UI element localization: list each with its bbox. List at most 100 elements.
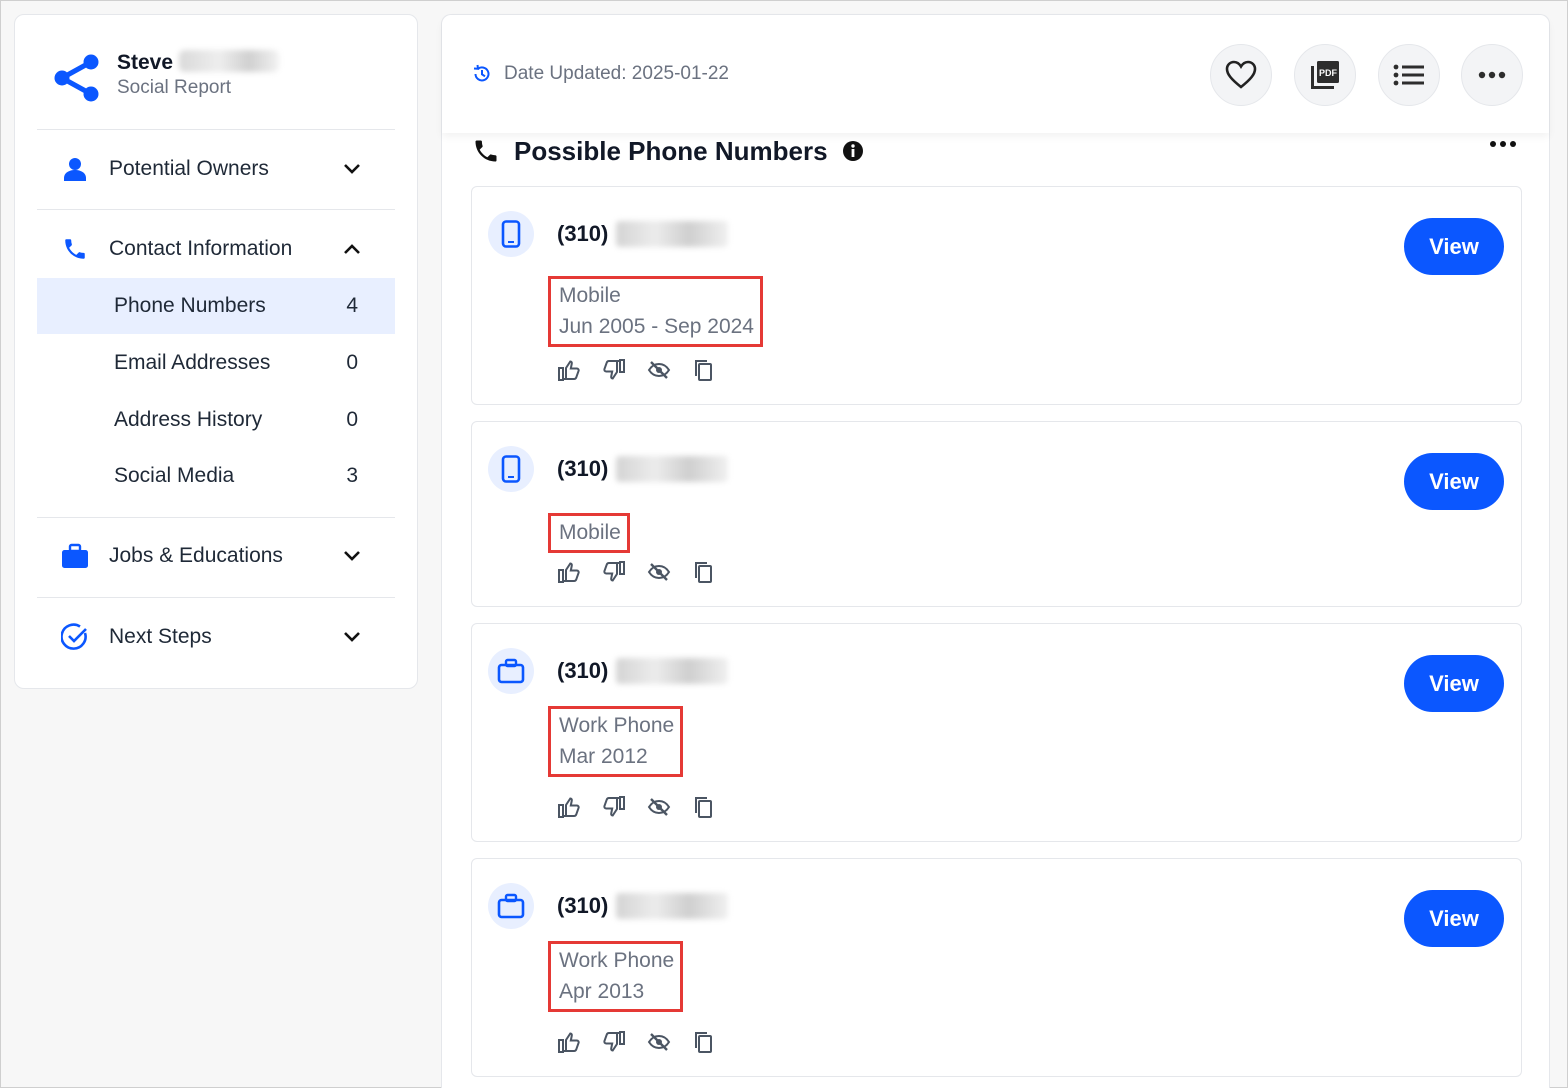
hide-icon[interactable]: [647, 358, 671, 382]
divider: [37, 597, 395, 598]
nav-potential-owners[interactable]: Potential Owners: [37, 139, 395, 199]
sidebar-item-phone-numbers[interactable]: Phone Numbers 4: [37, 278, 395, 334]
date-updated-text: Date Updated: 2025-01-22: [504, 63, 729, 84]
profile-header: Steve Social Report: [15, 15, 417, 130]
profile-name: Steve: [117, 51, 174, 74]
sidebar-item-label: Email Addresses: [114, 351, 271, 374]
phone-meta-highlight: Mobile: [548, 513, 630, 553]
view-button[interactable]: View: [1404, 890, 1504, 947]
phone-number: (310): [557, 221, 729, 247]
card-actions: [557, 795, 737, 819]
phone-icon: [475, 140, 497, 162]
phone-card: (310) View Mobile Jun 2005 - Sep 2024: [471, 186, 1522, 405]
section-title: Possible Phone Numbers: [514, 135, 828, 166]
card-actions: [557, 560, 737, 584]
nav-label: Next Steps: [109, 625, 212, 648]
more-icon: [1478, 71, 1506, 79]
more-button[interactable]: [1461, 44, 1523, 106]
chevron-down-icon[interactable]: [341, 626, 363, 648]
list-icon: [1393, 64, 1424, 86]
briefcase-icon: [488, 883, 534, 929]
hide-icon[interactable]: [647, 795, 671, 819]
thumbs-up-icon[interactable]: [557, 358, 581, 382]
svg-text:PDF: PDF: [1319, 68, 1338, 78]
check-circle-icon: [61, 623, 89, 651]
chevron-down-icon[interactable]: [341, 158, 363, 180]
phone-card: (310) View Work Phone Apr 2013: [471, 858, 1522, 1077]
phone-meta-highlight: Work Phone Mar 2012: [548, 706, 684, 777]
list-button[interactable]: [1378, 44, 1440, 106]
nav-label: Contact Information: [109, 237, 293, 260]
sidebar-item-label: Phone Numbers: [114, 294, 266, 317]
history-icon: [473, 64, 490, 82]
sidebar-item-count: 4: [346, 294, 358, 317]
view-button[interactable]: View: [1404, 218, 1504, 275]
chevron-up-icon[interactable]: [341, 238, 363, 260]
thumbs-down-icon[interactable]: [602, 358, 626, 382]
hide-icon[interactable]: [647, 560, 671, 584]
view-button[interactable]: View: [1404, 453, 1504, 510]
phone-number: (310): [557, 658, 729, 684]
sidebar-item-social-media[interactable]: Social Media 3: [37, 448, 395, 504]
mobile-icon: [488, 446, 534, 492]
sidebar-item-address-history[interactable]: Address History 0: [37, 392, 395, 448]
phone-number: (310): [557, 893, 729, 919]
share-icon: [54, 54, 99, 102]
briefcase-icon: [488, 648, 534, 694]
redacted-digits: [616, 893, 729, 919]
phone-number: (310): [557, 456, 729, 482]
phone-type: Mobile: [559, 284, 621, 307]
divider: [37, 129, 395, 130]
redacted-digits: [616, 456, 729, 482]
thumbs-down-icon[interactable]: [602, 795, 626, 819]
phone-dates: Jun 2005 - Sep 2024: [559, 315, 754, 338]
section-more-icon[interactable]: [1489, 140, 1517, 148]
phone-meta-highlight: Work Phone Apr 2013: [548, 941, 684, 1012]
card-actions: [557, 1030, 737, 1054]
chevron-down-icon[interactable]: [341, 545, 363, 567]
thumbs-up-icon[interactable]: [557, 1030, 581, 1054]
thumbs-up-icon[interactable]: [557, 560, 581, 584]
sidebar-item-count: 0: [346, 408, 358, 431]
thumbs-down-icon[interactable]: [602, 560, 626, 584]
report-type: Social Report: [117, 77, 232, 98]
phone-area-code: (310): [557, 658, 609, 683]
phone-area-code: (310): [557, 893, 609, 918]
favorite-button[interactable]: [1210, 44, 1272, 106]
mobile-icon: [488, 211, 534, 257]
copy-icon[interactable]: [692, 1030, 716, 1054]
phone-type: Work Phone: [559, 949, 675, 972]
nav-next-steps[interactable]: Next Steps: [37, 607, 395, 667]
redacted-digits: [616, 658, 729, 684]
thumbs-down-icon[interactable]: [602, 1030, 626, 1054]
copy-icon[interactable]: [692, 560, 716, 584]
nav-contact-information[interactable]: Contact Information: [37, 219, 395, 279]
thumbs-up-icon[interactable]: [557, 795, 581, 819]
pdf-button[interactable]: PDF: [1294, 44, 1356, 106]
info-icon[interactable]: [842, 140, 864, 162]
sidebar: Steve Social Report Potential Owners Con…: [14, 14, 418, 689]
sidebar-item-count: 3: [346, 464, 358, 487]
card-actions: [557, 358, 737, 382]
phone-dates: Mar 2012: [559, 745, 648, 768]
hide-icon[interactable]: [647, 1030, 671, 1054]
top-bar: Date Updated: 2025-01-22 PDF: [442, 15, 1549, 133]
view-button[interactable]: View: [1404, 655, 1504, 712]
redacted-digits: [616, 221, 729, 247]
divider: [37, 209, 395, 210]
section-header: Possible Phone Numbers: [472, 131, 864, 171]
nav-label: Potential Owners: [109, 157, 269, 180]
copy-icon[interactable]: [692, 358, 716, 382]
main-panel: Date Updated: 2025-01-22 PDF Possible Ph…: [441, 14, 1550, 1088]
phone-card: (310) View Mobile: [471, 421, 1522, 607]
sidebar-item-email-addresses[interactable]: Email Addresses 0: [37, 335, 395, 391]
phone-type: Mobile: [559, 521, 621, 544]
phone-area-code: (310): [557, 456, 609, 481]
copy-icon[interactable]: [692, 795, 716, 819]
pdf-icon: PDF: [1311, 61, 1339, 89]
nav-jobs-educations[interactable]: Jobs & Educations: [37, 526, 395, 586]
nav-label: Jobs & Educations: [109, 544, 283, 567]
sidebar-item-label: Address History: [114, 408, 263, 431]
heart-icon: [1225, 60, 1257, 89]
phone-card: (310) View Work Phone Mar 2012: [471, 623, 1522, 842]
